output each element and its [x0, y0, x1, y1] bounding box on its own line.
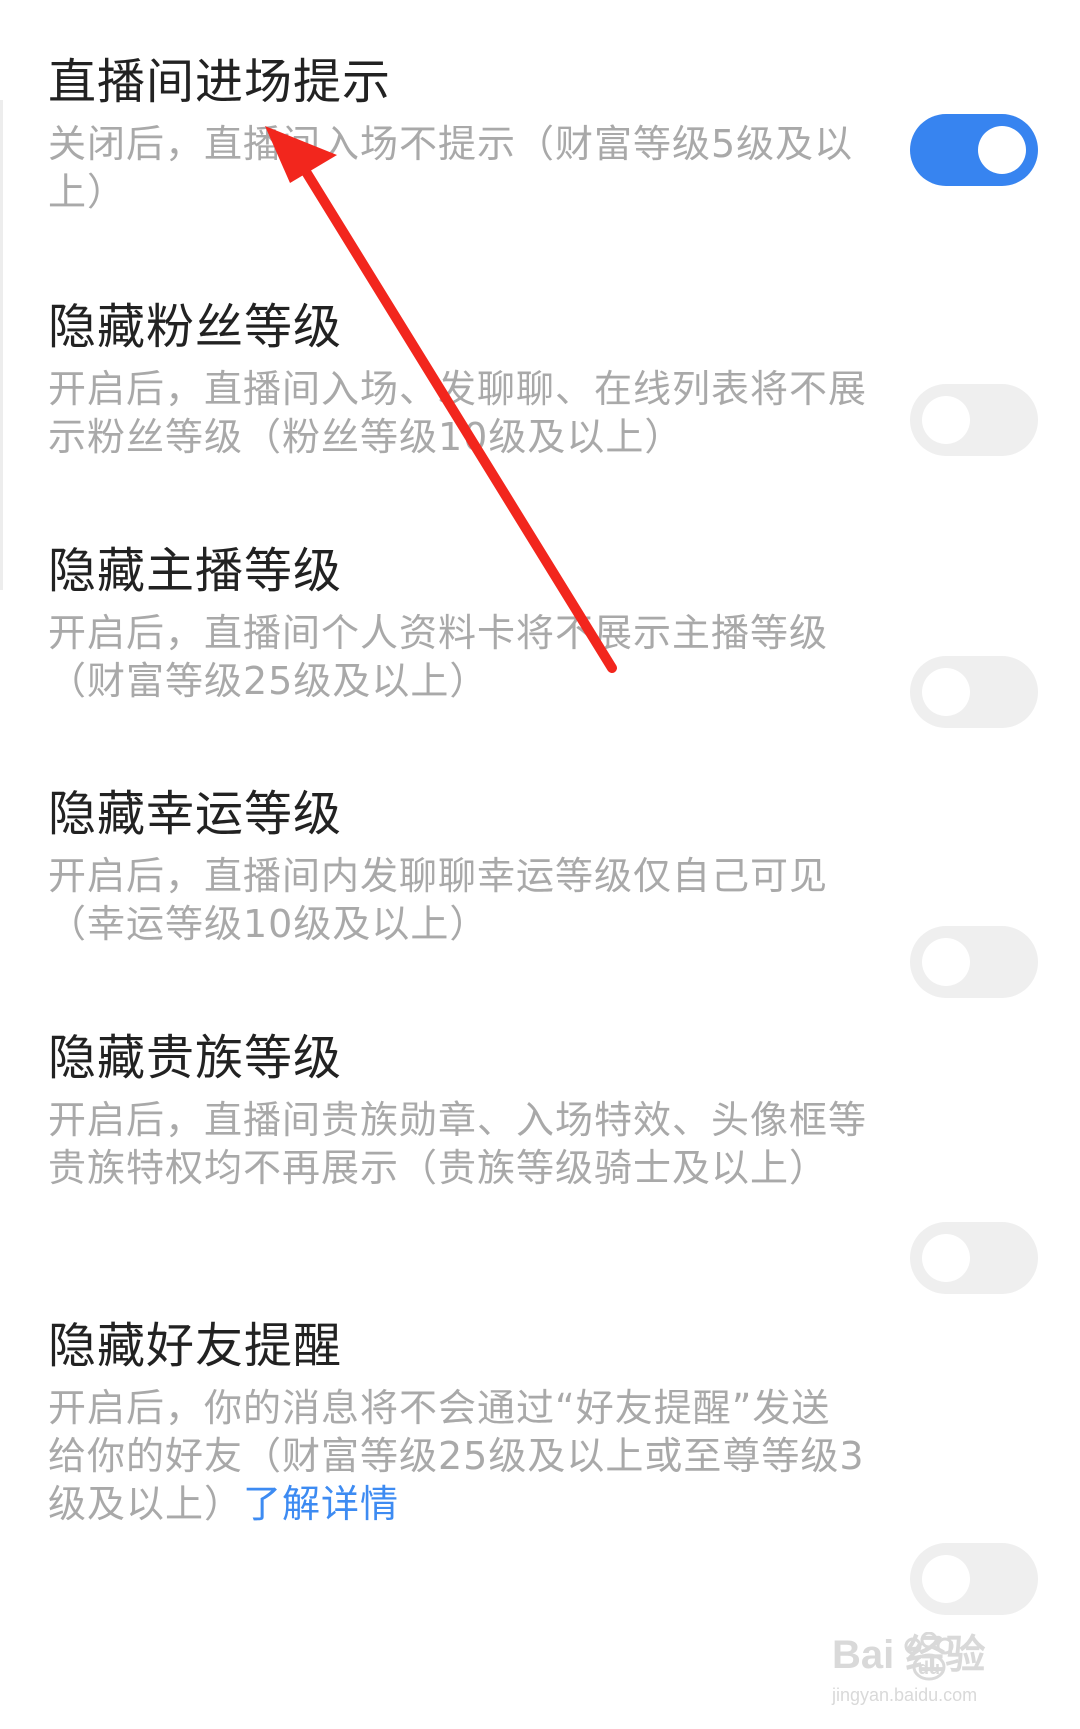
setting-description: 关闭后，直播间入场不提示（财富等级5级及以上） [48, 122, 854, 214]
setting-title: 隐藏主播等级 [48, 543, 343, 599]
setting-title: 隐藏贵族等级 [48, 1030, 343, 1086]
setting-hide-friend-alert: 隐藏好友提醒 开启后，你的消息将不会通过“好友提醒”发送给你的好友（财富等级25… [48, 1316, 1048, 1528]
setting-hide-host-level: 隐藏主播等级 开启后，直播间个人资料卡将不展示主播等级（财富等级25级及以上） [48, 541, 1048, 705]
setting-title: 隐藏粉丝等级 [48, 299, 343, 355]
setting-entry-prompt: 直播间进场提示 关闭后，直播间入场不提示（财富等级5级及以上） [48, 52, 1048, 216]
setting-title: 直播间进场提示 [48, 54, 392, 110]
setting-hide-luck-level: 隐藏幸运等级 开启后，直播间内发聊聊幸运等级仅自己可见（幸运等级10级及以上） [48, 784, 1048, 948]
setting-title: 隐藏好友提醒 [48, 1318, 343, 1374]
toggle-hide-luck-level[interactable] [910, 926, 1038, 998]
watermark-url: jingyan.baidu.com [832, 1685, 978, 1705]
toggle-hide-noble-level[interactable] [910, 1222, 1038, 1294]
toggle-hide-fan-level[interactable] [910, 384, 1038, 456]
toggle-knob [922, 1234, 970, 1282]
baidu-jingyan-watermark: Bai 经验 du jingyan.baidu.com [832, 1630, 1042, 1720]
setting-description: 开启后，直播间入场、发聊聊、在线列表将不展示粉丝等级（粉丝等级10级及以上） [48, 367, 868, 459]
toggle-knob [978, 126, 1026, 174]
toggle-entry-prompt[interactable] [910, 114, 1038, 186]
setting-description: 开启后，直播间个人资料卡将不展示主播等级（财富等级25级及以上） [48, 611, 829, 703]
setting-title: 隐藏幸运等级 [48, 786, 343, 842]
setting-hide-noble-level: 隐藏贵族等级 开启后，直播间贵族勋章、入场特效、头像框等贵族特权均不再展示（贵族… [48, 1028, 1048, 1192]
setting-description: 开启后，直播间贵族勋章、入场特效、头像框等贵族特权均不再展示（贵族等级骑士及以上… [48, 1098, 868, 1190]
setting-hide-fan-level: 隐藏粉丝等级 开启后，直播间入场、发聊聊、在线列表将不展示粉丝等级（粉丝等级10… [48, 297, 1048, 461]
setting-description-text: 开启后，你的消息将不会通过“好友提醒”发送给你的好友（财富等级25级及以上或至尊… [48, 1386, 865, 1526]
baidu-paw-icon: du [904, 1632, 954, 1681]
toggle-hide-friend-alert[interactable] [910, 1543, 1038, 1615]
toggle-knob [922, 938, 970, 986]
learn-more-link[interactable]: 了解详情 [243, 1482, 399, 1526]
svg-text:du: du [918, 1658, 940, 1678]
toggle-knob [922, 396, 970, 444]
left-edge-divider [0, 100, 3, 590]
toggle-knob [922, 668, 970, 716]
setting-description: 开启后，直播间内发聊聊幸运等级仅自己可见（幸运等级10级及以上） [48, 854, 829, 946]
toggle-knob [922, 1555, 970, 1603]
setting-description: 开启后，你的消息将不会通过“好友提醒”发送给你的好友（财富等级25级及以上或至尊… [48, 1384, 868, 1528]
toggle-hide-host-level[interactable] [910, 656, 1038, 728]
